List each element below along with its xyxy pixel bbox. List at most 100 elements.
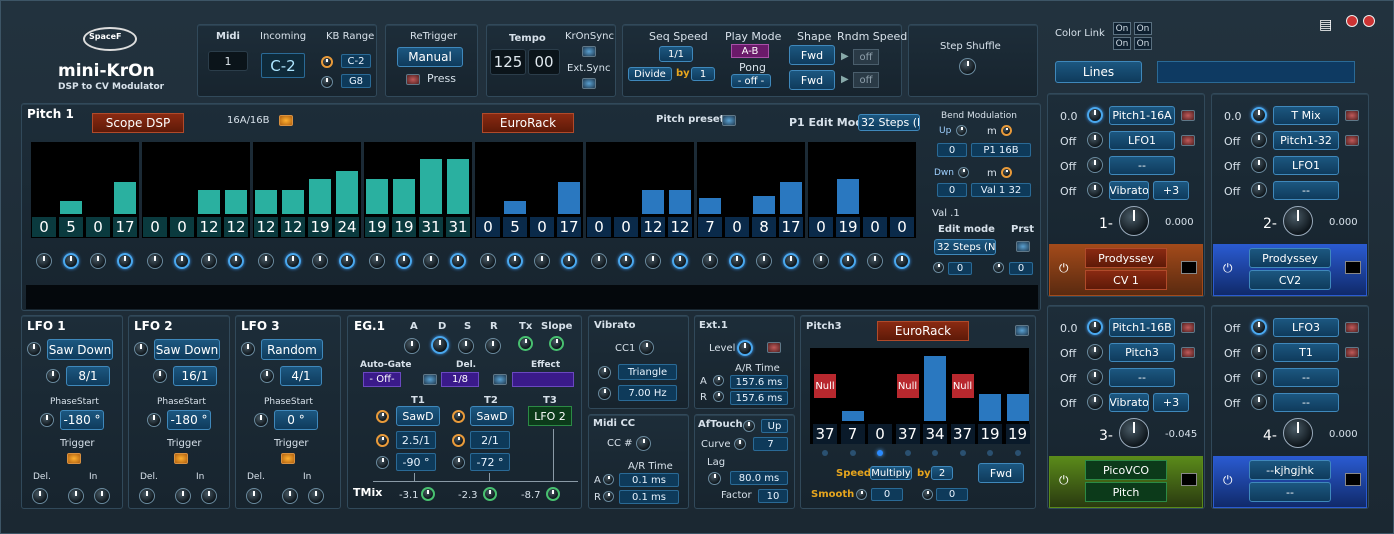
out2-row-knob[interactable] bbox=[1251, 132, 1267, 148]
divide-button[interactable]: Divide bbox=[628, 67, 672, 81]
out3-cv[interactable]: Pitch bbox=[1085, 482, 1167, 502]
step-value[interactable]: 0 bbox=[614, 217, 638, 237]
out3-source-val[interactable]: +3 bbox=[1153, 393, 1189, 412]
step-knob[interactable] bbox=[591, 253, 607, 269]
out4-cv[interactable]: -- bbox=[1249, 482, 1331, 502]
step-bar[interactable] bbox=[60, 201, 82, 214]
step-value[interactable]: 0 bbox=[809, 217, 833, 237]
out4-source[interactable]: LFO3 bbox=[1273, 318, 1339, 337]
retrigger-mode[interactable]: Manual bbox=[397, 47, 463, 67]
eg-del-led[interactable] bbox=[423, 374, 437, 385]
out1-row-led[interactable] bbox=[1181, 110, 1195, 121]
step-bar[interactable] bbox=[420, 159, 442, 214]
tmix-1-knob[interactable] bbox=[421, 487, 435, 501]
out2-dest-led[interactable] bbox=[1345, 261, 1361, 274]
lfo1-in-knob[interactable] bbox=[94, 488, 110, 504]
lfo1-mid-knob[interactable] bbox=[68, 488, 84, 504]
step-knob[interactable] bbox=[507, 253, 523, 269]
step-knob[interactable] bbox=[756, 253, 772, 269]
out2-row-knob[interactable] bbox=[1251, 157, 1267, 173]
bend-up-value[interactable]: 0 bbox=[937, 143, 967, 157]
shape-1[interactable]: Fwd bbox=[789, 45, 835, 65]
out4-source[interactable]: -- bbox=[1273, 368, 1339, 387]
out1-source[interactable]: Vibrato bbox=[1109, 181, 1149, 200]
step-bar[interactable] bbox=[309, 179, 331, 214]
midicc-a-value[interactable]: 0.1 ms bbox=[619, 473, 679, 487]
midicc-a-knob[interactable] bbox=[603, 474, 614, 485]
t1-rate[interactable]: 2.5/1 bbox=[396, 431, 436, 449]
step-value[interactable]: 12 bbox=[668, 217, 692, 237]
pitch3-value[interactable]: 34 bbox=[923, 424, 947, 444]
lfo3-mid-knob[interactable] bbox=[282, 488, 298, 504]
edit-mode2-value[interactable]: 32 Steps (N bbox=[934, 239, 996, 255]
lfo3-phase-knob[interactable] bbox=[254, 413, 268, 427]
lfo1-wave-knob[interactable] bbox=[27, 342, 41, 356]
step-value[interactable]: 31 bbox=[419, 217, 443, 237]
step-value[interactable]: 0 bbox=[725, 217, 749, 237]
pitch3-bar[interactable] bbox=[924, 356, 946, 421]
null-marker[interactable]: Null bbox=[814, 374, 836, 398]
vibrato-cc-knob[interactable] bbox=[639, 340, 654, 355]
aftouch-dir[interactable]: Up bbox=[761, 419, 788, 433]
step-knob[interactable] bbox=[396, 253, 412, 269]
out2-source[interactable]: T Mix bbox=[1273, 106, 1339, 125]
kb-lo-knob[interactable] bbox=[321, 56, 333, 68]
pitch3-bar[interactable] bbox=[1006, 393, 1029, 421]
step-knob[interactable] bbox=[174, 253, 190, 269]
lfo2-rate-knob[interactable] bbox=[153, 369, 167, 383]
lfo2-phase[interactable]: -180 ° bbox=[167, 410, 211, 430]
lfo3-rate[interactable]: 4/1 bbox=[280, 366, 322, 386]
out1-row-led[interactable] bbox=[1181, 135, 1195, 146]
out2-source[interactable]: LFO1 bbox=[1273, 156, 1339, 175]
t2-rate-knob[interactable] bbox=[452, 434, 465, 447]
t1-wave[interactable]: SawD bbox=[396, 406, 440, 426]
kb-hi-knob[interactable] bbox=[321, 76, 333, 88]
step-knob[interactable] bbox=[201, 253, 217, 269]
step-value[interactable]: 0 bbox=[170, 217, 194, 237]
step-bar[interactable] bbox=[336, 171, 358, 214]
out1-power-icon[interactable]: ⏻ bbox=[1059, 261, 1069, 276]
smooth-knob-2[interactable] bbox=[922, 489, 933, 500]
ext1-a-value[interactable]: 157.6 ms bbox=[730, 375, 788, 389]
out1-source[interactable]: -- bbox=[1109, 156, 1175, 175]
step-value[interactable]: 12 bbox=[641, 217, 665, 237]
lfo2-del-knob[interactable] bbox=[139, 488, 155, 504]
ext1-led[interactable] bbox=[767, 342, 781, 353]
step-value[interactable]: 5 bbox=[503, 217, 527, 237]
t2-phase-knob[interactable] bbox=[452, 456, 465, 469]
out2-row-knob[interactable] bbox=[1251, 182, 1267, 198]
out3-row-led[interactable] bbox=[1181, 347, 1195, 358]
step-bar[interactable] bbox=[255, 190, 277, 214]
step-value[interactable]: 0 bbox=[890, 217, 914, 237]
out2-row-led[interactable] bbox=[1345, 135, 1359, 146]
step-knob[interactable] bbox=[645, 253, 661, 269]
step-knob[interactable] bbox=[258, 253, 274, 269]
t2-wave-knob[interactable] bbox=[452, 410, 465, 423]
step-knob[interactable] bbox=[117, 253, 133, 269]
step-knob[interactable] bbox=[729, 253, 745, 269]
lag-knob[interactable] bbox=[708, 472, 721, 485]
t1-rate-knob[interactable] bbox=[376, 434, 389, 447]
step-value[interactable]: 17 bbox=[113, 217, 137, 237]
lfo2-wave-knob[interactable] bbox=[134, 342, 148, 356]
val-1[interactable]: 0 bbox=[948, 262, 972, 275]
ext1-r-knob[interactable] bbox=[713, 391, 724, 402]
bend-m2-knob[interactable] bbox=[1001, 167, 1012, 178]
out1-dest[interactable]: Prodyssey bbox=[1085, 248, 1167, 268]
lfo3-rate-knob[interactable] bbox=[260, 369, 274, 383]
pitch3-bar[interactable] bbox=[841, 410, 864, 421]
out3-dest-led[interactable] bbox=[1181, 473, 1197, 486]
out4-dest[interactable]: --kjhgjhk bbox=[1249, 460, 1331, 480]
color-link-2[interactable]: On bbox=[1134, 22, 1152, 35]
step-value[interactable]: 31 bbox=[446, 217, 470, 237]
t2-wave[interactable]: SawD bbox=[470, 406, 514, 426]
vibrato-wave-knob[interactable] bbox=[598, 366, 611, 379]
lfo1-trigger-led[interactable] bbox=[67, 453, 81, 464]
lfo1-rate[interactable]: 8/1 bbox=[66, 366, 110, 386]
bend-dwn-value[interactable]: 0 bbox=[937, 183, 967, 197]
step-knob[interactable] bbox=[369, 253, 385, 269]
out3-row-knob[interactable] bbox=[1087, 369, 1103, 385]
step-knob[interactable] bbox=[90, 253, 106, 269]
pitch3-value[interactable]: 37 bbox=[895, 424, 920, 444]
val-2[interactable]: 0 bbox=[1009, 262, 1033, 275]
